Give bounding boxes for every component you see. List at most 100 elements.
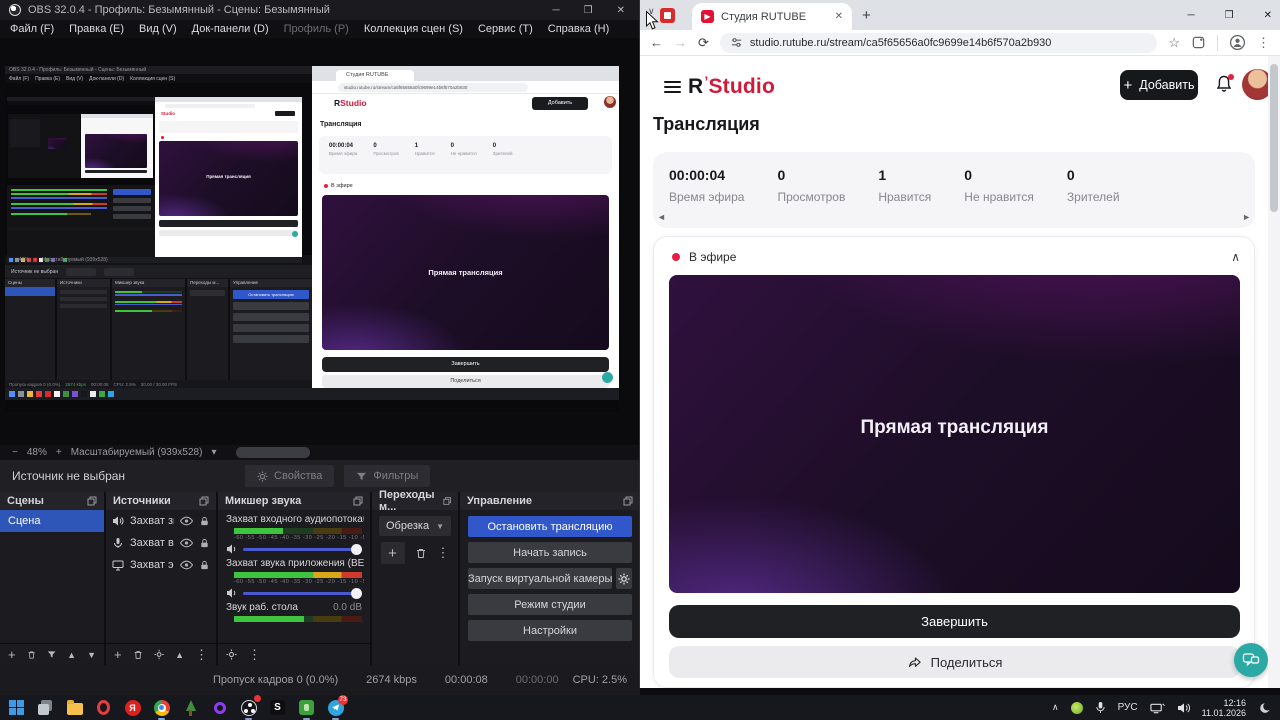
profile-icon[interactable] [1229,34,1246,51]
active-tab[interactable]: ▶ Студия RUTUBE ✕ [692,3,852,30]
page-scrollbar[interactable] [1268,56,1280,688]
extensions-icon[interactable] [1191,35,1206,50]
start-virtual-camera-button[interactable]: Запуск виртуальной камеры [468,568,613,589]
zoom-out-button[interactable]: − [12,447,18,458]
finish-stream-button[interactable]: Завершить [669,605,1240,638]
back-button[interactable]: ← [650,35,663,50]
reload-button[interactable]: ⟳ [698,35,709,51]
lock-icon[interactable] [199,516,210,527]
tray-microphone-icon[interactable] [1095,701,1106,714]
tray-green-icon[interactable] [1070,701,1083,714]
obs-preview-canvas[interactable]: OBS 32.0.4 - Профиль: Безымянный - Сцены… [0,38,640,445]
share-button[interactable]: Поделиться [669,646,1240,678]
remove-source-button[interactable] [133,649,143,661]
opera-icon[interactable] [95,699,112,716]
language-indicator[interactable]: РУС [1118,702,1138,713]
preview-scrollbar[interactable] [236,447,310,458]
kebab-menu-icon[interactable]: ⋮ [248,647,261,663]
night-mode-moon-icon[interactable] [1258,701,1272,715]
start-recording-button[interactable]: Начать запись [468,542,632,563]
volume-icon[interactable] [1177,702,1190,714]
slider-knob[interactable] [351,587,362,599]
scrollbar-thumb[interactable] [1270,64,1278,212]
stop-streaming-button[interactable]: Остановить трансляцию [468,516,632,537]
tree-app-icon[interactable] [182,699,199,716]
studio-mode-button[interactable]: Режим студии [468,594,632,615]
site-info-icon[interactable] [730,36,743,49]
mixer-options-icon[interactable] [226,649,237,660]
avatar[interactable] [1242,69,1268,100]
filters-button[interactable]: Фильтры [344,465,431,487]
move-scene-up-button[interactable]: ▲ [67,650,76,660]
hamburger-menu-icon[interactable] [664,81,681,93]
start-button[interactable] [8,699,25,716]
pinned-tab[interactable] [660,8,675,23]
network-icon[interactable] [1149,702,1165,714]
obs-taskbar-icon[interactable] [240,695,261,720]
add-scene-button[interactable]: + [8,647,16,662]
notifications-bell-icon[interactable] [1214,74,1236,96]
chrome-icon[interactable] [153,699,170,720]
tab-close-icon[interactable]: ✕ [835,11,843,22]
obs-menu-help[interactable]: Справка (H) [548,23,609,35]
shotcut-icon[interactable]: S [269,699,286,716]
transition-select[interactable]: Обрезка ▼ [379,516,451,536]
address-bar[interactable]: studio.rutube.ru/stream/ca5f65656a0fc969… [719,32,1158,53]
new-tab-button[interactable]: + [862,7,871,24]
virtual-camera-settings-button[interactable] [616,568,632,589]
properties-button[interactable]: Свойства [245,465,335,487]
scenes-dock-header[interactable]: Сцены [0,492,104,510]
remove-transition-button[interactable] [415,547,427,560]
close-button[interactable]: ✕ [617,5,625,16]
obs-titlebar[interactable]: OBS 32.0.4 - Профиль: Безымянный - Сцены… [0,0,640,20]
controls-dock-header[interactable]: Управление [460,492,640,510]
collapse-chevron-icon[interactable]: ∧ [1231,250,1240,264]
eye-icon[interactable] [180,538,193,548]
remove-scene-button[interactable] [27,649,36,661]
maximize-button[interactable]: ❒ [1225,10,1234,21]
zoom-mode-select[interactable]: Масштабируемый (939x528) [71,447,203,458]
plant-app-icon[interactable] [298,699,315,720]
kebab-menu-icon[interactable]: ⋮ [437,545,450,561]
add-source-button[interactable]: + [114,647,122,662]
bookmark-star-icon[interactable]: ☆ [1168,35,1180,51]
source-row-audio[interactable]: Захват зву [106,510,216,532]
obs-menu-file[interactable]: Файл (F) [10,23,54,35]
source-row-display[interactable]: Захват экр [106,554,216,576]
yandex-browser-icon[interactable]: Я [124,699,141,716]
volume-slider[interactable] [243,587,362,599]
obs-menu-tools[interactable]: Сервис (T) [478,23,533,35]
studio-logo[interactable]: R’Studio [688,73,775,99]
chat-fab[interactable] [1234,643,1268,677]
maximize-button[interactable]: ❒ [584,5,593,16]
taskbar-clock[interactable]: 12:16 11.01.2026 [1202,698,1246,718]
obs-menu-docks[interactable]: Док-панели (D) [192,23,269,35]
move-scene-down-button[interactable]: ▼ [87,650,96,660]
speaker-icon[interactable] [226,587,238,599]
source-properties-button[interactable] [154,649,164,660]
transitions-dock-header[interactable]: Переходы м... [372,489,458,513]
scene-filters-button[interactable] [47,649,56,660]
obs-menu-profile[interactable]: Профиль (P) [284,23,349,35]
obs-menu-edit[interactable]: Правка (E) [69,23,124,35]
eye-icon[interactable] [180,516,193,526]
opera-gx-icon[interactable] [211,699,228,716]
forward-button[interactable]: → [674,35,687,50]
speaker-icon[interactable] [226,543,238,555]
lock-icon[interactable] [199,538,210,549]
volume-slider[interactable] [243,543,362,555]
file-explorer-icon[interactable] [66,699,83,716]
minimize-button[interactable]: ─ [1188,10,1195,21]
add-button[interactable]: + Добавить [1120,70,1198,100]
close-button[interactable]: ✕ [1264,10,1272,21]
obs-menu-scene-collection[interactable]: Коллекция сцен (S) [364,23,463,35]
lock-icon[interactable] [199,560,210,571]
stats-scroll-right-icon[interactable]: ► [1242,212,1251,222]
eye-icon[interactable] [180,560,193,570]
settings-button[interactable]: Настройки [468,620,632,641]
sources-dock-header[interactable]: Источники [106,492,216,510]
kebab-menu-icon[interactable]: ⋮ [195,647,208,663]
source-row-mic[interactable]: Захват вхо [106,532,216,554]
obs-menu-view[interactable]: Вид (V) [139,23,177,35]
scene-list-item[interactable]: Сцена [0,510,104,532]
